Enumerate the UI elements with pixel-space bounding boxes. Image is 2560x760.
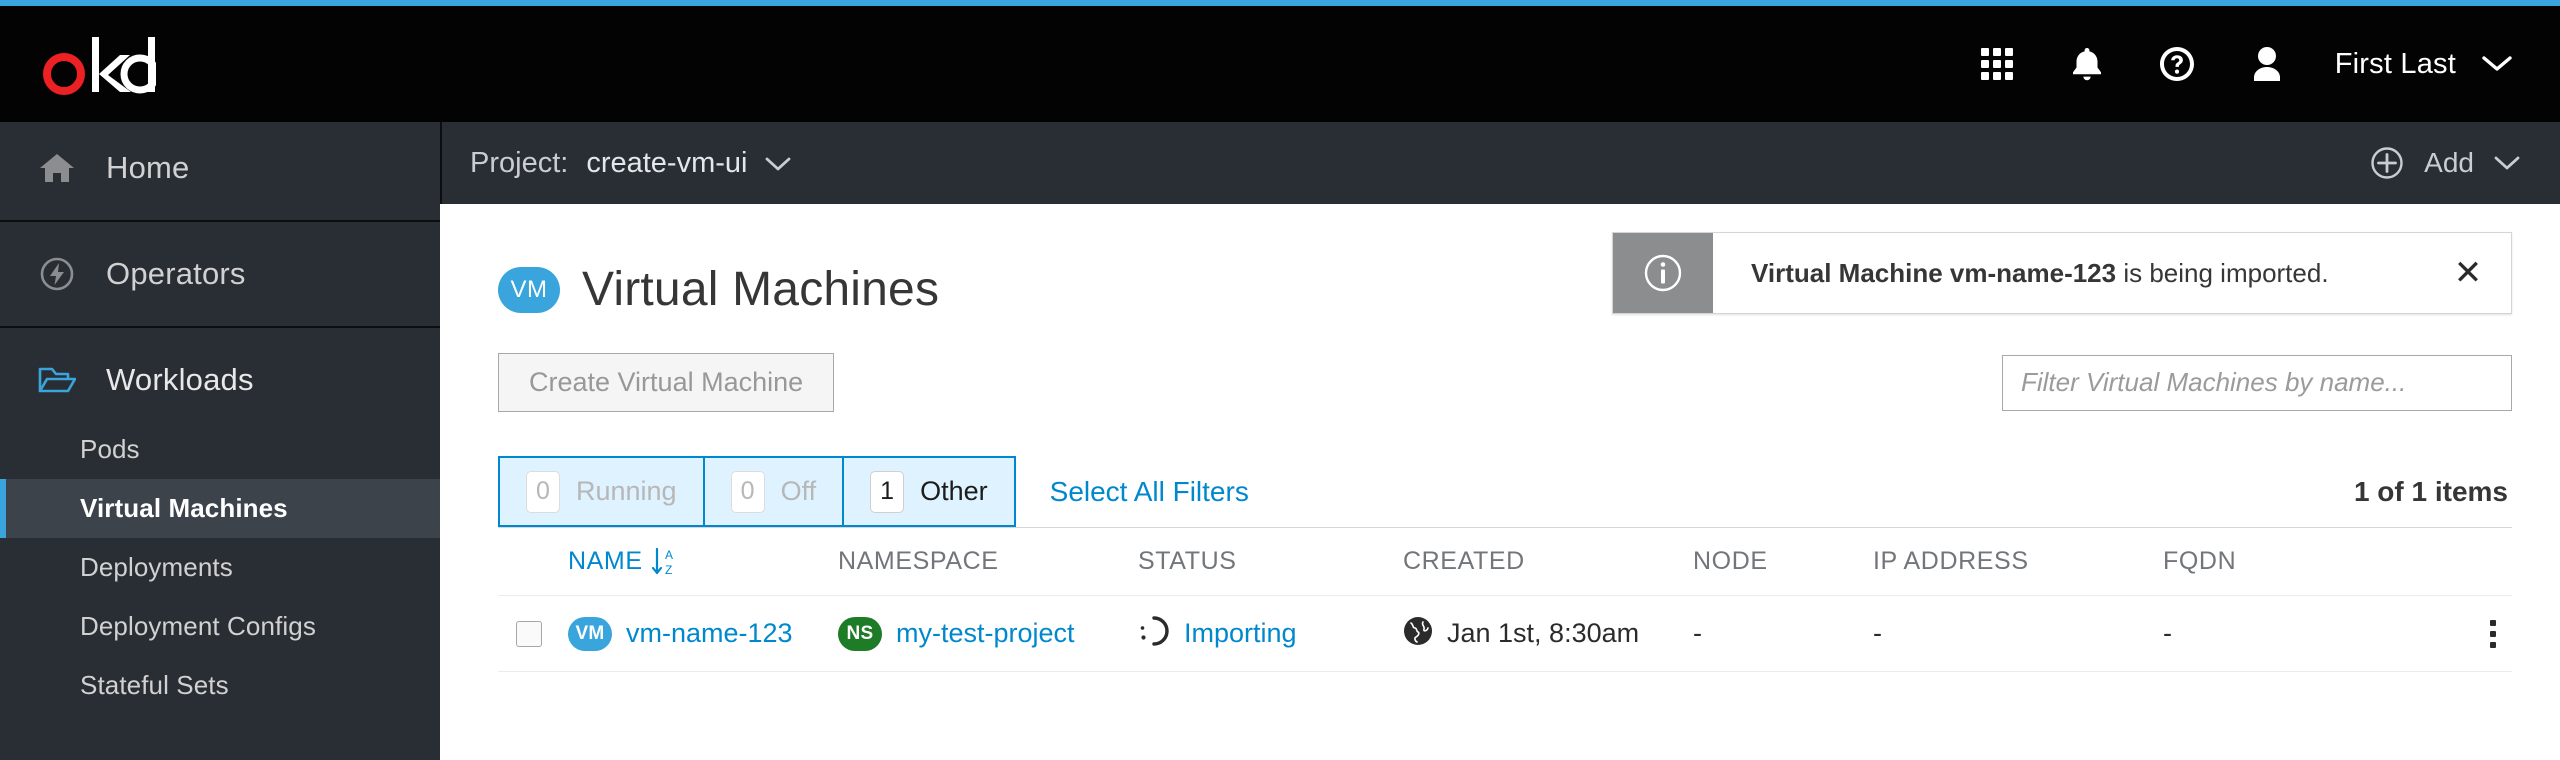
okd-logo[interactable]: [38, 33, 156, 95]
sidebar-item-virtual-machines[interactable]: Virtual Machines: [0, 479, 440, 538]
alert-banner: Virtual Machine vm-name-123 is being imp…: [1612, 232, 2512, 314]
add-button[interactable]: Add: [2370, 146, 2520, 180]
table-header-row: NAME A Z NAMESPACE STATUS CREATED NODE I…: [498, 528, 2512, 596]
status-filter-bar: 0 Running 0 Off 1 Other Select All Filte…: [498, 456, 2512, 528]
sidebar-item-home-label: Home: [106, 150, 190, 185]
sidebar-item-operators-label: Operators: [106, 256, 246, 291]
chevron-down-icon: [766, 157, 791, 170]
status-filter-group: 0 Running 0 Off 1 Other: [498, 456, 1016, 527]
filter-segment-running[interactable]: 0 Running: [500, 458, 705, 525]
application-launcher-icon[interactable]: [1975, 42, 2019, 86]
column-header-name[interactable]: NAME A Z: [568, 546, 838, 578]
sidebar-divider: [0, 326, 440, 328]
chevron-down-icon: [2482, 56, 2512, 71]
created-timestamp: Jan 1st, 8:30am: [1447, 618, 1640, 648]
filter-label-off: Off: [780, 476, 817, 506]
folder-open-icon: [38, 365, 76, 395]
table-row: VM vm-name-123 NS my-test-project Import…: [498, 596, 2512, 672]
vm-badge: VM: [568, 616, 612, 651]
project-selector[interactable]: Project: create-vm-ui: [470, 147, 791, 180]
sidebar-item-operators[interactable]: Operators: [0, 234, 440, 314]
namespace-badge: NS: [838, 616, 882, 651]
add-label: Add: [2424, 147, 2474, 178]
sidebar-item-deployment-configs[interactable]: Deployment Configs: [0, 597, 440, 656]
status-text: Importing: [1184, 618, 1297, 648]
column-header-created[interactable]: CREATED: [1403, 547, 1693, 576]
filter-segment-off[interactable]: 0 Off: [704, 458, 845, 525]
list-toolbar: Create Virtual Machine: [440, 317, 2560, 412]
page-title: Virtual Machines: [582, 263, 940, 316]
row-checkbox[interactable]: [516, 620, 542, 647]
filter-count-running: 0: [526, 470, 560, 513]
notification-bell-icon[interactable]: [2065, 42, 2109, 86]
namespace-link[interactable]: my-test-project: [896, 618, 1075, 649]
svg-text:Z: Z: [665, 563, 673, 577]
globe-icon: [1403, 616, 1433, 651]
sidebar-item-workloads[interactable]: Workloads: [0, 340, 440, 420]
filter-label-running: Running: [576, 476, 677, 506]
node-value: -: [1693, 618, 1702, 648]
info-icon: [1613, 233, 1713, 313]
vm-name-link[interactable]: vm-name-123: [626, 618, 793, 649]
home-icon: [38, 152, 76, 184]
sidebar-item-home[interactable]: Home: [0, 128, 440, 208]
main-column: Project: create-vm-ui Add Virtual Machin…: [440, 122, 2560, 760]
select-all-filters-link[interactable]: Select All Filters: [1016, 456, 1249, 527]
user-avatar-icon[interactable]: [2245, 42, 2289, 86]
vm-resource-badge: VM: [498, 266, 560, 313]
alert-close-icon[interactable]: ✕: [2425, 233, 2511, 313]
user-name-label: First Last: [2334, 47, 2456, 80]
row-actions-kebab-icon[interactable]: [2484, 614, 2502, 654]
sidebar-nav: Home Operators Workloads Pods Virtual Ma…: [0, 122, 440, 760]
spinner-icon: [1138, 615, 1170, 652]
ip-address-value: -: [1873, 618, 1882, 648]
sidebar-item-deployments[interactable]: Deployments: [0, 538, 440, 597]
filter-input[interactable]: [2002, 354, 2512, 411]
alert-message-subject: Virtual Machine vm-name-123: [1751, 257, 2117, 288]
project-name: create-vm-ui: [586, 146, 748, 179]
project-bar: Project: create-vm-ui Add: [440, 122, 2560, 204]
alert-message: Virtual Machine vm-name-123 is being imp…: [1713, 233, 2425, 313]
column-header-ip-address[interactable]: IP ADDRESS: [1873, 547, 2163, 576]
masthead-actions: First Last: [1975, 42, 2512, 86]
column-header-fqdn[interactable]: FQDN: [2163, 547, 2442, 576]
alert-message-rest: is being imported.: [2116, 257, 2329, 288]
filter-segment-other[interactable]: 1 Other: [844, 458, 1014, 525]
filter-label-other: Other: [920, 476, 988, 506]
user-menu[interactable]: First Last: [2335, 48, 2512, 81]
console-page: First Last Home Operators Workloads Pods…: [0, 0, 2560, 760]
plus-circle-icon: [2371, 147, 2403, 179]
filter-count-off: 0: [730, 470, 765, 513]
virtual-machines-table: NAME A Z NAMESPACE STATUS CREATED NODE I…: [498, 528, 2512, 672]
masthead: First Last: [0, 6, 2560, 122]
help-icon[interactable]: [2155, 42, 2199, 86]
sort-ascending-alpha-icon: A Z: [651, 546, 677, 578]
fqdn-value: -: [2163, 618, 2172, 648]
filter-count-other: 1: [870, 470, 905, 513]
project-label: Project:: [470, 146, 569, 179]
svg-text:A: A: [665, 548, 674, 562]
column-header-name-label: NAME: [568, 547, 643, 575]
items-count-label: 1 of 1 items: [2353, 475, 2508, 507]
create-virtual-machine-button[interactable]: Create Virtual Machine: [498, 353, 835, 412]
chevron-down-icon: [2494, 156, 2520, 170]
operators-icon: [38, 256, 76, 292]
sidebar-item-pods[interactable]: Pods: [0, 420, 440, 479]
column-header-namespace[interactable]: NAMESPACE: [838, 547, 1138, 576]
sidebar-item-stateful-sets[interactable]: Stateful Sets: [0, 656, 440, 715]
body: Home Operators Workloads Pods Virtual Ma…: [0, 122, 2560, 760]
sidebar-divider: [0, 220, 440, 222]
column-header-status[interactable]: STATUS: [1138, 547, 1403, 576]
sidebar-item-workloads-label: Workloads: [106, 362, 254, 397]
content-area: Virtual Machine vm-name-123 is being imp…: [440, 204, 2560, 760]
column-header-node[interactable]: NODE: [1693, 547, 1873, 576]
